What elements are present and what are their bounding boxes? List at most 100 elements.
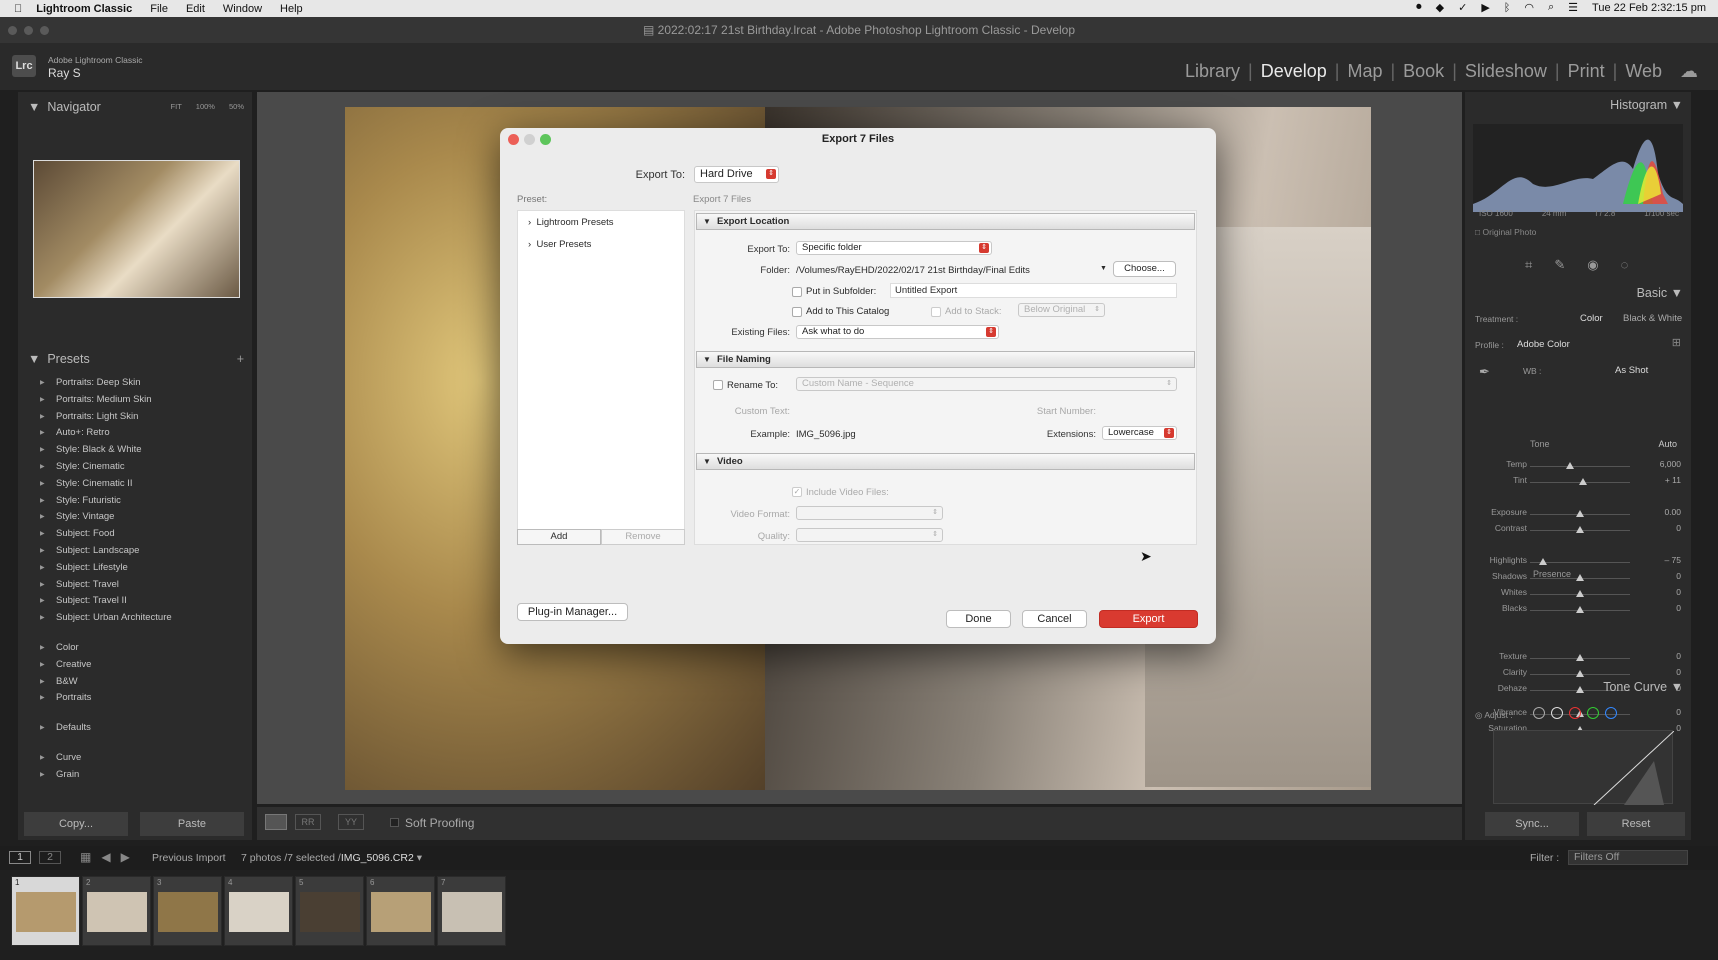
filmstrip-thumbnail[interactable]: 7 [437, 876, 506, 946]
add-catalog-checkbox[interactable] [792, 307, 802, 317]
slider-value[interactable]: 0 [1676, 723, 1681, 733]
slider-tint[interactable]: Tint + 11 [1465, 475, 1691, 489]
rename-template-select[interactable]: Custom Name - Sequence ⇕ [796, 377, 1177, 391]
module-web[interactable]: Web [1625, 61, 1662, 82]
dialog-close-button[interactable] [508, 134, 519, 145]
slider-knob[interactable] [1539, 558, 1547, 565]
rename-checkbox[interactable] [713, 380, 723, 390]
wb-eyedropper-icon[interactable]: ✒ [1479, 364, 1490, 380]
plugin-manager-button[interactable]: Plug-in Manager... [517, 603, 628, 621]
window-2-button[interactable]: 2 [39, 851, 61, 864]
preset-group3-item[interactable]: Grain [18, 767, 252, 784]
slider-knob[interactable] [1576, 574, 1584, 581]
video-format-select[interactable]: ⇕ [796, 506, 943, 520]
preset-item[interactable]: Subject: Urban Architecture [18, 610, 252, 627]
filmstrip-thumbnail[interactable]: 6 [366, 876, 435, 946]
preset-group-item[interactable]: Creative [18, 657, 252, 674]
green-channel-icon[interactable] [1587, 707, 1599, 719]
add-preset-icon[interactable]: + [237, 348, 244, 370]
preset-item[interactable]: Style: Vintage [18, 509, 252, 526]
choose-folder-button[interactable]: Choose... [1113, 261, 1176, 277]
cloud-icon[interactable]: ☁ [1680, 61, 1698, 82]
filmstrip-thumbnail[interactable]: 5 [295, 876, 364, 946]
treatment-color[interactable]: Color [1580, 313, 1603, 324]
paste-settings-button[interactable]: Paste [140, 812, 244, 836]
file-naming-header[interactable]: File Naming [696, 351, 1195, 368]
folder-dropdown-icon[interactable]: ▼ [1100, 265, 1107, 272]
slider-knob[interactable] [1566, 462, 1574, 469]
module-develop[interactable]: Develop [1261, 61, 1327, 82]
slider-value[interactable]: – 75 [1664, 555, 1681, 565]
filmstrip-thumbnail[interactable]: 1 [11, 876, 80, 946]
auto-tone-button[interactable]: Auto [1658, 439, 1677, 449]
dialog-zoom-button[interactable] [540, 134, 551, 145]
location-export-to-select[interactable]: Specific folder ⇕ [796, 241, 992, 255]
slider-knob[interactable] [1579, 478, 1587, 485]
preset-item[interactable]: Style: Black & White [18, 442, 252, 459]
search-icon[interactable]: ⌕ [1548, 1, 1554, 14]
back-arrow-icon[interactable]: ◀ [101, 850, 110, 864]
histogram-header[interactable]: Histogram ▼ [1610, 98, 1683, 112]
module-book[interactable]: Book [1403, 61, 1444, 82]
slider-value[interactable]: 0 [1676, 707, 1681, 717]
preset-folder-user[interactable]: › User Presets [528, 239, 591, 250]
copy-settings-button[interactable]: Copy... [24, 812, 128, 836]
slider-value[interactable]: 0 [1676, 523, 1681, 533]
slider-track[interactable] [1530, 466, 1630, 467]
slider-contrast[interactable]: Contrast 0 [1465, 523, 1691, 537]
profile-browser-icon[interactable]: ⊞ [1672, 336, 1681, 349]
slider-value[interactable]: 0 [1676, 587, 1681, 597]
slider-temp[interactable]: Temp 6,000 [1465, 459, 1691, 473]
preset-item[interactable]: Style: Cinematic II [18, 476, 252, 493]
slider-knob[interactable] [1576, 606, 1584, 613]
export-to-select[interactable]: Hard Drive ⇕ [694, 166, 779, 183]
slider-exposure[interactable]: Exposure 0.00 [1465, 507, 1691, 521]
menu-edit[interactable]: Edit [186, 3, 205, 15]
preset-item[interactable]: Subject: Travel [18, 577, 252, 594]
preset-item[interactable]: Style: Cinematic [18, 459, 252, 476]
wb-select[interactable]: As Shot [1615, 365, 1648, 376]
profile-select[interactable]: Adobe Color [1517, 339, 1570, 350]
histogram-graph[interactable] [1473, 124, 1683, 212]
preset-item[interactable]: Style: Futuristic [18, 493, 252, 510]
before-after-icon[interactable]: RR [295, 814, 321, 830]
healing-icon[interactable]: ✎ [1554, 257, 1565, 273]
preset-item[interactable]: Portraits: Light Skin [18, 409, 252, 426]
datetime[interactable]: Tue 22 Feb 2:32:15 pm [1592, 2, 1706, 14]
window-zoom-button[interactable] [40, 26, 49, 35]
module-slideshow[interactable]: Slideshow [1465, 61, 1547, 82]
red-channel-icon[interactable] [1569, 707, 1581, 719]
module-print[interactable]: Print [1568, 61, 1605, 82]
menu-help[interactable]: Help [280, 3, 303, 15]
slider-knob[interactable] [1576, 654, 1584, 661]
module-library[interactable]: Library [1185, 61, 1240, 82]
bluetooth-icon[interactable]: ᛒ [1504, 2, 1511, 14]
slider-knob[interactable] [1576, 510, 1584, 517]
slider-knob[interactable] [1576, 686, 1584, 693]
sync-button[interactable]: Sync... [1485, 812, 1579, 836]
slider-highlights[interactable]: Highlights – 75 [1465, 555, 1691, 569]
before-after-split-icon[interactable]: YY [338, 814, 364, 830]
navigator-header[interactable]: ▼ Navigator FIT 100% 50% [18, 96, 252, 118]
export-location-header[interactable]: Export Location [696, 213, 1195, 230]
filmstrip-source[interactable]: Previous Import [152, 852, 226, 864]
slider-value[interactable]: 0 [1676, 667, 1681, 677]
add-preset-button[interactable]: Add [517, 529, 601, 545]
preset-item[interactable]: Subject: Landscape [18, 543, 252, 560]
crop-icon[interactable]: ⌗ [1525, 257, 1532, 273]
play-icon[interactable]: ▶ [1481, 1, 1489, 14]
slider-knob[interactable] [1576, 590, 1584, 597]
stack-position-select[interactable]: Below Original ⇕ [1018, 303, 1105, 317]
preset-item[interactable]: Portraits: Deep Skin [18, 375, 252, 392]
slider-shadows[interactable]: Shadows 0 [1465, 571, 1691, 585]
remove-preset-button[interactable]: Remove [601, 529, 685, 545]
existing-files-select[interactable]: Ask what to do ⇕ [796, 325, 999, 339]
slider-value[interactable]: 6,000 [1660, 459, 1681, 469]
preset-group2-item[interactable]: Defaults [18, 720, 252, 737]
preset-item[interactable]: Auto+: Retro [18, 425, 252, 442]
preset-item[interactable]: Subject: Lifestyle [18, 560, 252, 577]
check-icon[interactable]: ✓ [1458, 1, 1467, 14]
filmstrip-thumbnail[interactable]: 2 [82, 876, 151, 946]
preset-folder-lightroom[interactable]: › Lightroom Presets [528, 217, 614, 228]
presets-header[interactable]: ▼ Presets + [18, 348, 252, 370]
